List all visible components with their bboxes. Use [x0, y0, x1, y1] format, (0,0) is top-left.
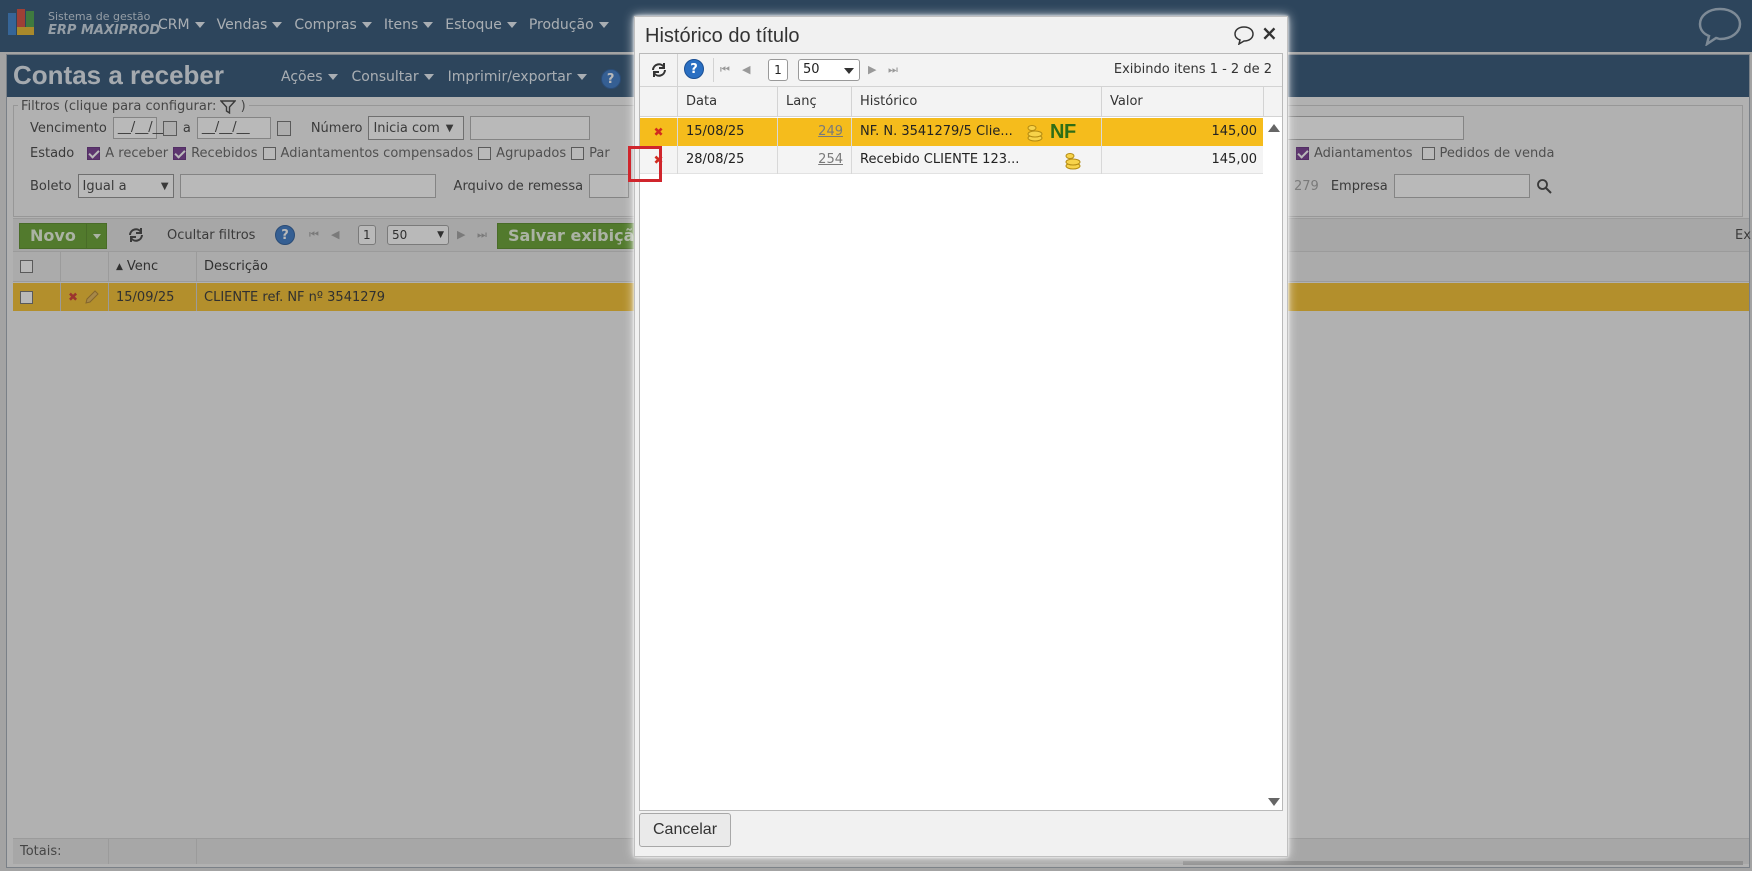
actions-header	[640, 87, 678, 117]
modal-toolbar: ? ⏮ ◀ 1 50 ▶ ⏭ Exibindo itens 1 - 2 de 2	[640, 54, 1282, 87]
historico-column-header[interactable]: Histórico	[852, 87, 1102, 117]
row-data: 15/08/25	[678, 118, 778, 146]
table-row[interactable]: ✖ 15/08/25 249 NF. N. 3541279/5 Clie... …	[640, 118, 1263, 146]
modal-page-size-select[interactable]: 50	[798, 59, 860, 81]
prev-page-icon[interactable]: ◀	[742, 63, 750, 76]
close-icon[interactable]: ×	[1261, 23, 1278, 43]
scroll-down-icon[interactable]	[1268, 798, 1280, 806]
coins-icon[interactable]	[1064, 150, 1082, 170]
row-historico: Recebido CLIENTE 123...	[860, 152, 1020, 167]
last-page-icon[interactable]: ⏭	[888, 63, 898, 77]
comment-icon[interactable]	[1233, 25, 1255, 45]
row-lanc-cell: 254	[778, 146, 852, 174]
help-icon[interactable]: ?	[684, 59, 704, 79]
row-actions-cell: ✖	[640, 118, 678, 146]
scroll-up-icon[interactable]	[1268, 124, 1280, 132]
modal-range-text: Exibindo itens 1 - 2 de 2	[1113, 62, 1272, 77]
modal-title: Histórico do título	[645, 25, 800, 47]
delete-icon[interactable]: ✖	[653, 125, 663, 139]
table-row[interactable]: ✖ 28/08/25 254 Recebido CLIENTE 123... 1…	[640, 146, 1263, 174]
annotation-highlight-box	[628, 146, 662, 182]
row-lanc-cell: 249	[778, 118, 852, 146]
row-historico-cell: NF. N. 3541279/5 Clie... NF	[852, 118, 1102, 146]
historico-grid: ? ⏮ ◀ 1 50 ▶ ⏭ Exibindo itens 1 - 2 de 2…	[639, 53, 1283, 811]
modal-page-input[interactable]: 1	[768, 59, 788, 81]
cancel-button[interactable]: Cancelar	[639, 813, 731, 847]
lanc-link[interactable]: 249	[818, 124, 843, 139]
row-valor: 145,00	[1211, 124, 1258, 139]
modal-refresh-button[interactable]	[640, 54, 678, 86]
lanc-link[interactable]: 254	[818, 152, 843, 167]
first-page-icon[interactable]: ⏮	[720, 63, 730, 77]
lanc-column-header[interactable]: Lanç	[778, 87, 852, 117]
valor-column-header[interactable]: Valor	[1102, 87, 1264, 117]
row-historico: NF. N. 3541279/5 Clie...	[860, 124, 1013, 139]
toolbar-divider	[713, 58, 714, 82]
row-historico-cell: Recebido CLIENTE 123...	[852, 146, 1102, 174]
vertical-scrollbar[interactable]	[1264, 118, 1282, 810]
refresh-icon	[651, 63, 666, 77]
coins-icon[interactable]	[1026, 122, 1044, 142]
next-page-icon[interactable]: ▶	[868, 63, 876, 76]
nf-icon[interactable]: NF	[1050, 118, 1076, 146]
data-column-header[interactable]: Data	[678, 87, 778, 117]
historico-modal: Histórico do título × ? ⏮ ◀ 1 50 ▶ ⏭ Exi…	[634, 16, 1288, 857]
row-data: 28/08/25	[678, 146, 778, 174]
modal-grid-header: Data Lanç Histórico Valor	[640, 87, 1282, 117]
row-valor: 145,00	[1211, 152, 1258, 167]
